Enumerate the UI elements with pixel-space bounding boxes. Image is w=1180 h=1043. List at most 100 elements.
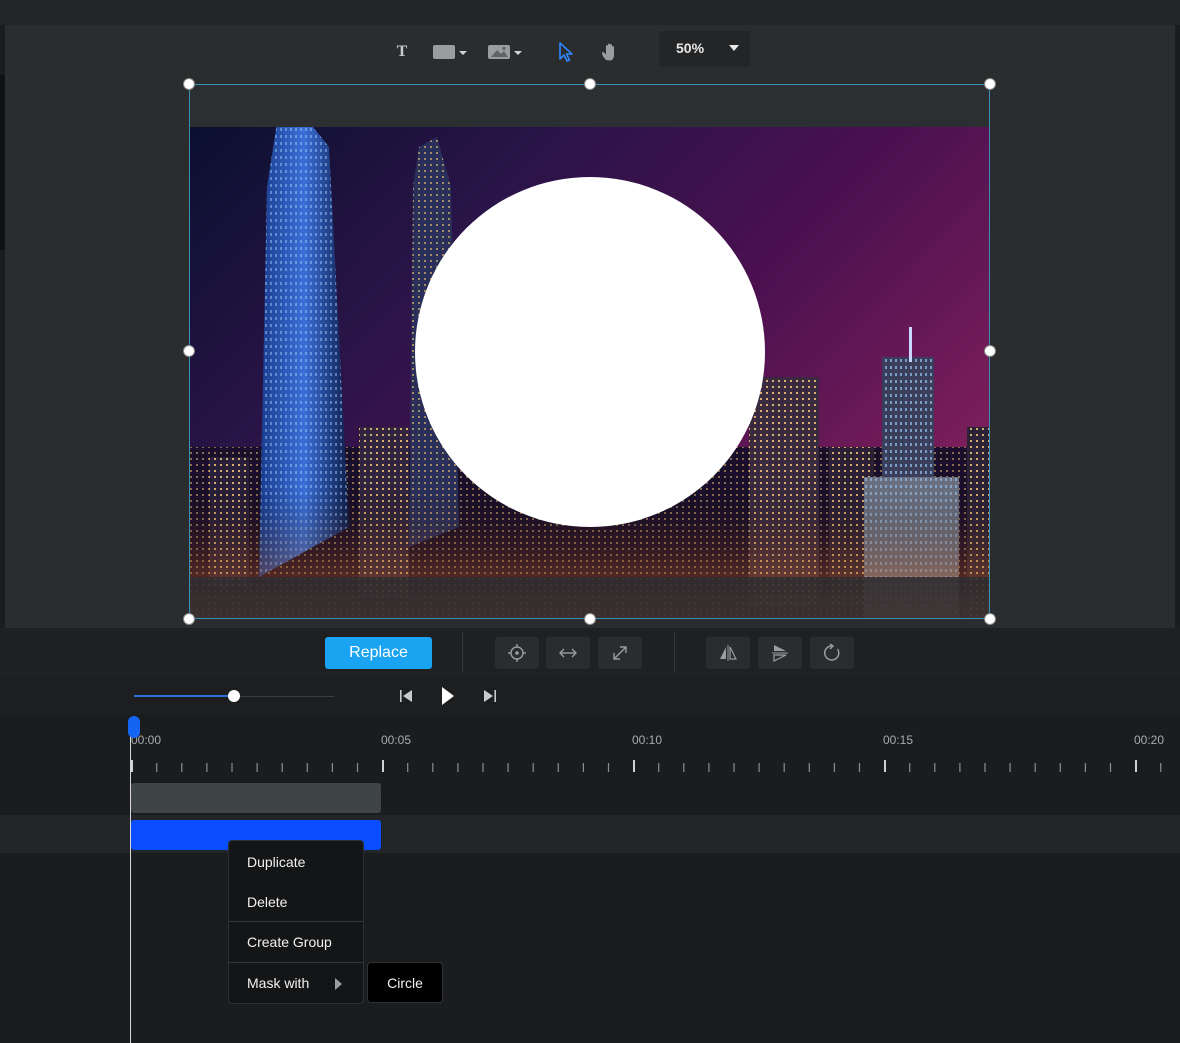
ruler-tick bbox=[783, 763, 785, 772]
zoom-dropdown[interactable]: 50% bbox=[659, 31, 750, 67]
skip-end-button[interactable] bbox=[479, 684, 501, 708]
ruler-tick bbox=[256, 763, 258, 772]
divider bbox=[674, 632, 675, 672]
rotate-button[interactable] bbox=[810, 637, 854, 669]
ruler-major-tick bbox=[1135, 760, 1137, 772]
ruler-major-tick bbox=[633, 760, 635, 772]
ruler-tick bbox=[306, 763, 308, 772]
resize-handle-top-right[interactable] bbox=[984, 78, 996, 90]
fit-width-icon bbox=[559, 648, 577, 658]
ruler-tick bbox=[557, 763, 559, 772]
cursor-arrow-icon bbox=[559, 42, 573, 62]
ruler-tick bbox=[331, 763, 333, 772]
right-panel-edge bbox=[1175, 25, 1180, 628]
hand-icon bbox=[602, 43, 614, 61]
menu-item-delete[interactable]: Delete bbox=[229, 882, 363, 922]
time-label: 00:05 bbox=[381, 733, 412, 747]
chevron-down-icon bbox=[729, 45, 739, 51]
select-tool-button[interactable] bbox=[553, 38, 577, 66]
flip-vertical-button[interactable] bbox=[758, 637, 802, 669]
resize-handle-left[interactable] bbox=[183, 345, 195, 357]
ruler-tick bbox=[407, 763, 409, 772]
skip-start-button[interactable] bbox=[395, 684, 417, 708]
action-bar bbox=[0, 628, 1180, 678]
divider bbox=[462, 632, 463, 672]
progress-fill bbox=[134, 695, 234, 697]
play-icon bbox=[442, 687, 454, 705]
time-label: 00:20 bbox=[1134, 733, 1165, 747]
ruler-major-tick bbox=[131, 760, 133, 772]
chevron-right-icon bbox=[335, 978, 342, 990]
menu-item-duplicate[interactable]: Duplicate bbox=[229, 842, 363, 882]
submenu-item-circle[interactable]: Circle bbox=[367, 962, 443, 1003]
flip-horizontal-button[interactable] bbox=[706, 637, 750, 669]
text-tool-button[interactable]: T bbox=[392, 38, 412, 66]
ruler-major-tick bbox=[884, 760, 886, 772]
ruler-tick bbox=[959, 763, 961, 772]
ruler-tick bbox=[658, 763, 660, 772]
image-tool-button[interactable] bbox=[487, 38, 525, 66]
ruler-tick bbox=[1034, 763, 1036, 772]
rotate-icon bbox=[824, 643, 840, 661]
ruler-tick bbox=[532, 763, 534, 772]
ruler-tick bbox=[808, 763, 810, 772]
shape-tool-button[interactable] bbox=[432, 38, 470, 66]
fit-width-button[interactable] bbox=[546, 637, 590, 669]
menu-item-mask-with[interactable]: Mask with bbox=[229, 963, 363, 1003]
rectangle-icon bbox=[433, 45, 467, 59]
timeline-clip-image[interactable] bbox=[131, 783, 381, 813]
ruler-tick bbox=[758, 763, 760, 772]
ruler-tick bbox=[281, 763, 283, 772]
play-button[interactable] bbox=[436, 684, 458, 708]
circle-shape[interactable] bbox=[415, 177, 765, 527]
top-bar bbox=[0, 0, 1180, 25]
text-T-icon: T bbox=[396, 43, 408, 60]
ruler-tick bbox=[457, 763, 459, 772]
ruler-tick bbox=[733, 763, 735, 772]
menu-item-label: Mask with bbox=[247, 975, 310, 991]
resize-handle-top[interactable] bbox=[584, 78, 596, 90]
ruler-tick bbox=[1109, 763, 1112, 772]
playhead-line bbox=[130, 720, 131, 1043]
ruler-tick bbox=[934, 763, 936, 772]
resize-handle-right[interactable] bbox=[984, 345, 996, 357]
playhead-handle[interactable] bbox=[128, 716, 140, 738]
ruler-tick bbox=[607, 763, 610, 772]
ruler-tick bbox=[858, 763, 861, 772]
ruler-tick bbox=[156, 763, 158, 772]
ruler-tick bbox=[1084, 763, 1086, 772]
left-panel-edge-dark bbox=[0, 75, 5, 250]
pan-tool-button[interactable] bbox=[598, 38, 622, 66]
resize-handle-bottom-left[interactable] bbox=[183, 613, 195, 625]
expand-button[interactable] bbox=[598, 637, 642, 669]
ruler-tick bbox=[909, 763, 911, 772]
image-icon bbox=[488, 45, 522, 59]
resize-handle-top-left[interactable] bbox=[183, 78, 195, 90]
flip-horizontal-icon bbox=[720, 645, 737, 661]
flip-vertical-icon bbox=[772, 645, 788, 662]
ruler-major-tick bbox=[382, 760, 384, 772]
ruler-tick bbox=[1009, 763, 1011, 772]
resize-handle-bottom[interactable] bbox=[584, 613, 596, 625]
replace-button[interactable]: Replace bbox=[325, 637, 432, 669]
ruler-tick bbox=[231, 763, 233, 772]
ruler-tick bbox=[181, 763, 183, 772]
progress-knob[interactable] bbox=[228, 690, 240, 702]
ruler-tick bbox=[984, 763, 986, 772]
ruler-tick bbox=[708, 763, 710, 772]
skip-start-icon bbox=[400, 690, 412, 702]
context-menu: Duplicate Delete Create Group Mask with bbox=[228, 840, 364, 1004]
menu-item-create-group[interactable]: Create Group bbox=[229, 922, 363, 962]
crosshair-icon bbox=[508, 644, 526, 662]
resize-handle-bottom-right[interactable] bbox=[984, 613, 996, 625]
ruler-tick bbox=[1059, 763, 1061, 772]
ruler-tick bbox=[1160, 763, 1162, 772]
time-label: 00:10 bbox=[632, 733, 663, 747]
zoom-value: 50% bbox=[676, 40, 705, 56]
ruler-tick bbox=[683, 763, 685, 772]
timeline-ruler[interactable] bbox=[130, 760, 1180, 776]
center-button[interactable] bbox=[495, 637, 539, 669]
ruler-tick bbox=[356, 763, 359, 772]
ruler-tick bbox=[432, 763, 434, 772]
skip-end-icon bbox=[484, 690, 496, 702]
